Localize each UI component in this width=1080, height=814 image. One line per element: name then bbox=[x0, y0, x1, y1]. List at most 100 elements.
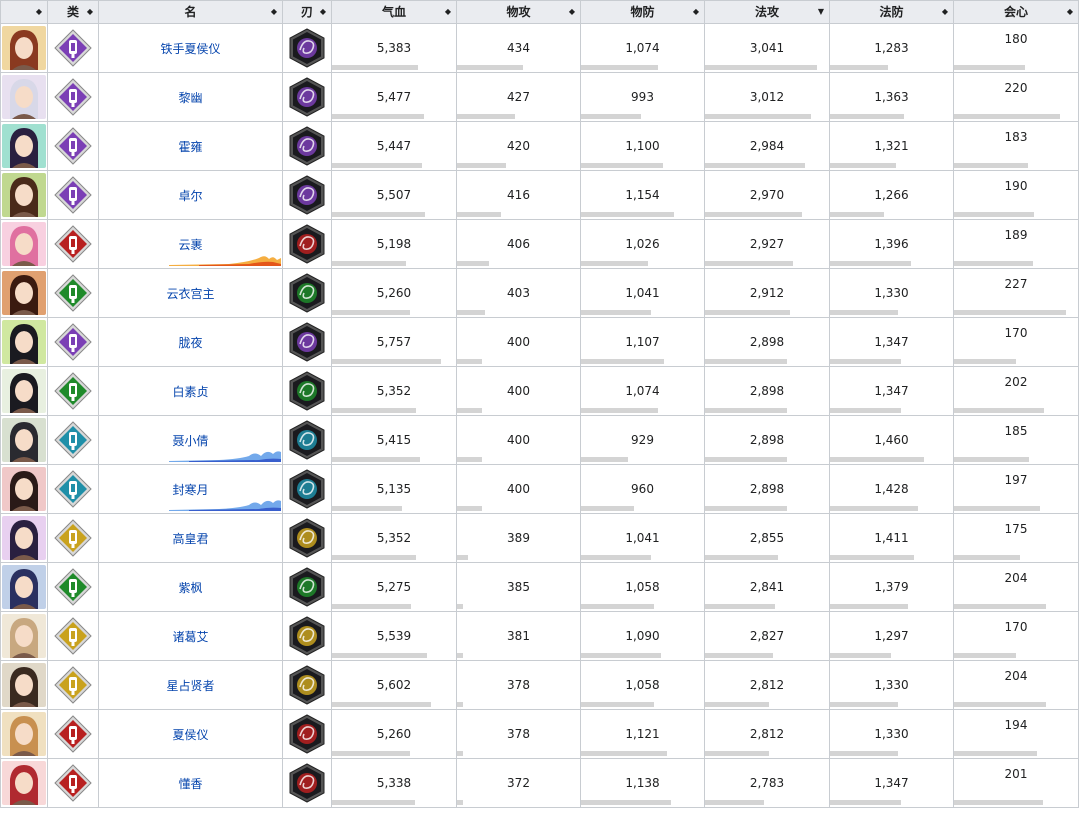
avatar[interactable] bbox=[2, 761, 46, 805]
avatar[interactable] bbox=[2, 712, 46, 756]
col-header-crit[interactable]: 会心 ◆ bbox=[953, 0, 1079, 24]
character-name-link[interactable]: 黎幽 bbox=[178, 91, 202, 105]
col-header-patk[interactable]: 物攻 ◆ bbox=[456, 0, 581, 24]
class-emblem-icon[interactable] bbox=[53, 665, 93, 705]
col-header-hp[interactable]: 气血 ◆ bbox=[331, 0, 457, 24]
character-name-link[interactable]: 封寒月 bbox=[172, 483, 208, 497]
class-cell bbox=[47, 562, 99, 612]
sort-icon[interactable]: ◆ bbox=[693, 1, 699, 23]
class-emblem-icon[interactable] bbox=[53, 518, 93, 558]
blade-icon[interactable] bbox=[289, 224, 325, 264]
blade-icon[interactable] bbox=[289, 371, 325, 411]
avatar[interactable] bbox=[2, 26, 46, 70]
blade-icon[interactable] bbox=[289, 567, 325, 607]
sort-icon[interactable]: ◆ bbox=[569, 1, 575, 23]
avatar[interactable] bbox=[2, 369, 46, 413]
class-emblem-icon[interactable] bbox=[53, 371, 93, 411]
character-name-link[interactable]: 诸葛艾 bbox=[172, 630, 208, 644]
class-emblem-icon[interactable] bbox=[53, 175, 93, 215]
avatar[interactable] bbox=[2, 614, 46, 658]
character-name-link[interactable]: 高皇君 bbox=[172, 532, 208, 546]
class-emblem-icon[interactable] bbox=[53, 469, 93, 509]
class-emblem-icon[interactable] bbox=[53, 763, 93, 803]
avatar[interactable] bbox=[2, 516, 46, 560]
stat-value: 1,428 bbox=[874, 482, 909, 496]
sort-icon[interactable]: ◆ bbox=[445, 1, 451, 23]
class-emblem-icon[interactable] bbox=[53, 714, 93, 754]
avatar[interactable] bbox=[2, 222, 46, 266]
avatar[interactable] bbox=[2, 565, 46, 609]
blade-icon[interactable] bbox=[289, 420, 325, 460]
class-emblem-icon[interactable] bbox=[53, 28, 93, 68]
character-name-link[interactable]: 胧夜 bbox=[178, 336, 202, 350]
character-name-link[interactable]: 夏侯仪 bbox=[172, 728, 208, 742]
class-emblem-icon[interactable] bbox=[53, 126, 93, 166]
col-header-matk[interactable]: 法攻 ▼ bbox=[704, 0, 830, 24]
character-name-link[interactable]: 聂小倩 bbox=[172, 434, 208, 448]
pdef-cell: 1,074 bbox=[580, 366, 705, 416]
avatar[interactable] bbox=[2, 320, 46, 364]
blade-icon[interactable] bbox=[289, 469, 325, 509]
col-header-name[interactable]: 名 ◆ bbox=[98, 0, 283, 24]
sort-desc-icon[interactable]: ▼ bbox=[818, 1, 824, 23]
blade-icon[interactable] bbox=[289, 714, 325, 754]
character-name-link[interactable]: 卓尔 bbox=[178, 189, 202, 203]
avatar[interactable] bbox=[2, 418, 46, 462]
blade-icon[interactable] bbox=[289, 322, 325, 362]
stat-bar bbox=[332, 506, 403, 511]
character-name-link[interactable]: 铁手夏侯仪 bbox=[160, 42, 220, 56]
sort-icon[interactable]: ◆ bbox=[320, 1, 326, 23]
stat-bar bbox=[830, 604, 908, 609]
stat-value: 5,260 bbox=[376, 727, 412, 741]
stat-bar bbox=[954, 212, 1034, 217]
col-header-avatar[interactable]: ◆ bbox=[0, 0, 48, 24]
avatar[interactable] bbox=[2, 124, 46, 168]
stat-bar bbox=[954, 653, 1016, 658]
col-header-pdef[interactable]: 物防 ◆ bbox=[580, 0, 705, 24]
class-emblem-icon[interactable] bbox=[53, 567, 93, 607]
character-name-link[interactable]: 星占贤者 bbox=[166, 679, 214, 693]
class-emblem-icon[interactable] bbox=[53, 322, 93, 362]
blade-icon[interactable] bbox=[289, 763, 325, 803]
class-cell bbox=[47, 758, 99, 808]
stat-value: 1,347 bbox=[874, 384, 909, 398]
avatar[interactable] bbox=[2, 271, 46, 315]
blade-icon[interactable] bbox=[289, 518, 325, 558]
sort-icon[interactable]: ◆ bbox=[36, 1, 42, 23]
character-name-link[interactable]: 霍雍 bbox=[178, 140, 202, 154]
sort-icon[interactable]: ◆ bbox=[271, 1, 277, 23]
stat-bar bbox=[705, 653, 773, 658]
stat-value: 1,074 bbox=[625, 41, 660, 55]
character-name-link[interactable]: 懂香 bbox=[178, 777, 202, 791]
class-cell bbox=[47, 72, 99, 122]
avatar[interactable] bbox=[2, 173, 46, 217]
sort-icon[interactable]: ◆ bbox=[942, 1, 948, 23]
col-header-class[interactable]: 类 ◆ bbox=[47, 0, 99, 24]
class-emblem-icon[interactable] bbox=[53, 273, 93, 313]
character-name-link[interactable]: 紫枫 bbox=[178, 581, 202, 595]
blade-icon[interactable] bbox=[289, 175, 325, 215]
blade-icon[interactable] bbox=[289, 273, 325, 313]
character-name-link[interactable]: 云裹 bbox=[178, 238, 202, 252]
stat-bar bbox=[581, 457, 628, 462]
sort-icon[interactable]: ◆ bbox=[1067, 1, 1073, 23]
avatar[interactable] bbox=[2, 663, 46, 707]
blade-icon[interactable] bbox=[289, 126, 325, 166]
blade-icon[interactable] bbox=[289, 28, 325, 68]
blade-icon[interactable] bbox=[289, 665, 325, 705]
class-emblem-icon[interactable] bbox=[53, 616, 93, 656]
avatar-cell bbox=[0, 72, 48, 122]
sort-icon[interactable]: ◆ bbox=[87, 1, 93, 23]
character-name-link[interactable]: 云衣宫主 bbox=[166, 287, 214, 301]
avatar[interactable] bbox=[2, 467, 46, 511]
stat-value: 189 bbox=[1004, 228, 1028, 242]
class-emblem-icon[interactable] bbox=[53, 420, 93, 460]
blade-icon[interactable] bbox=[289, 616, 325, 656]
blade-icon[interactable] bbox=[289, 77, 325, 117]
character-name-link[interactable]: 白素贞 bbox=[172, 385, 208, 399]
avatar[interactable] bbox=[2, 75, 46, 119]
class-emblem-icon[interactable] bbox=[53, 224, 93, 264]
class-emblem-icon[interactable] bbox=[53, 77, 93, 117]
col-header-mdef[interactable]: 法防 ◆ bbox=[829, 0, 954, 24]
col-header-blade[interactable]: 刃 ◆ bbox=[282, 0, 332, 24]
